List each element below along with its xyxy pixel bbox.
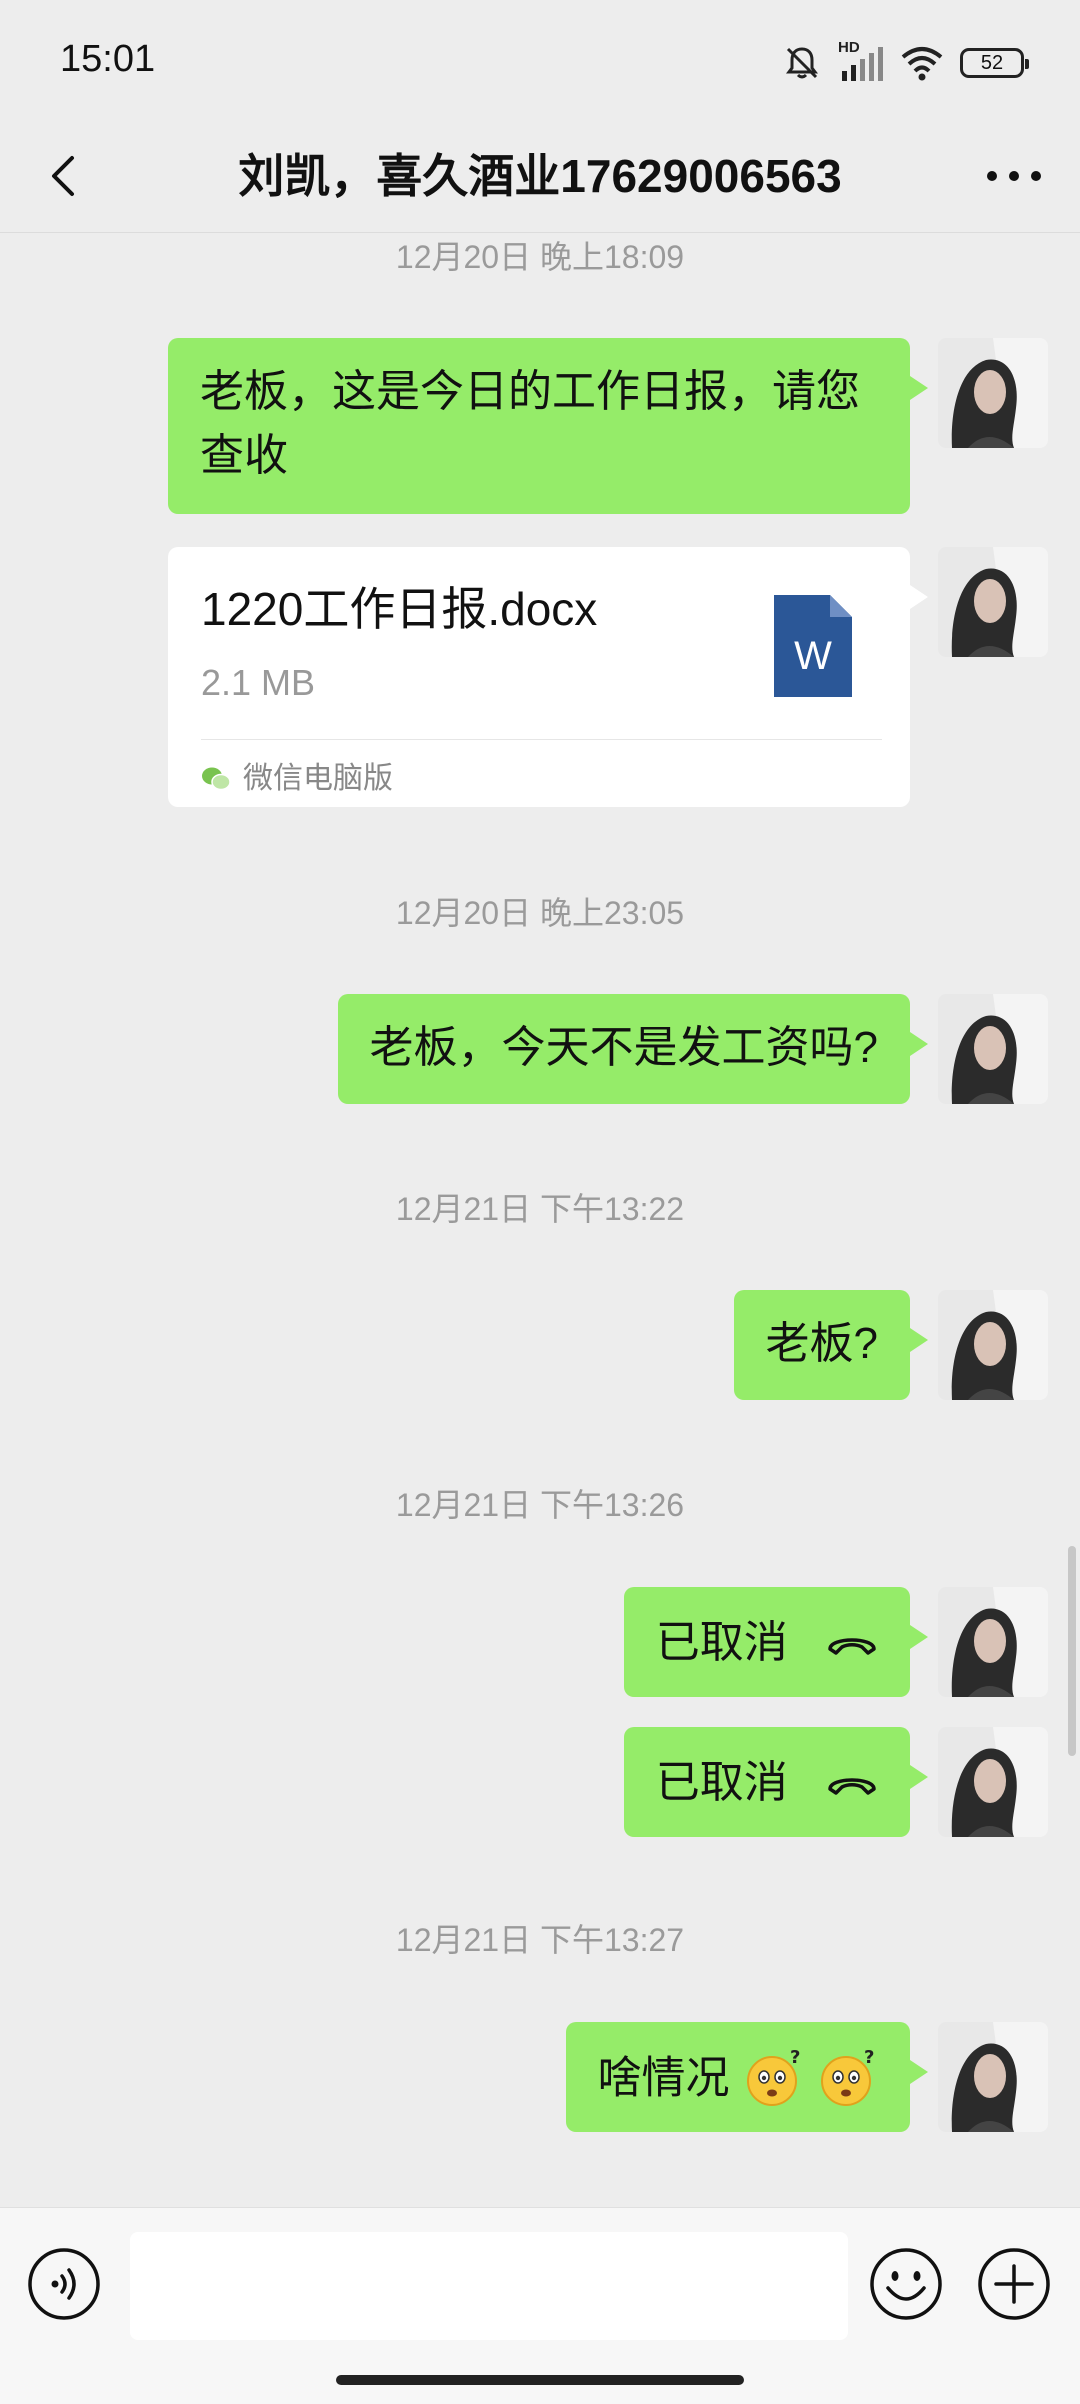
call-status: 已取消 [655, 1618, 788, 1668]
file-size: 2.1 MB [201, 662, 316, 703]
avatar[interactable] [938, 994, 1048, 1104]
wifi-icon [901, 47, 943, 81]
message-input[interactable] [130, 2232, 848, 2340]
home-indicator[interactable] [336, 2375, 744, 2385]
svg-text:?: ? [864, 2047, 874, 2068]
svg-text:?: ? [790, 2047, 800, 2068]
call-message[interactable]: 已取消 [623, 1587, 929, 1697]
hangup-phone-icon [828, 1778, 876, 1796]
timestamp: 12月21日 下午13:26 [395, 1487, 685, 1523]
message-line: 老板，这是今日的工作日报，请您 [200, 367, 860, 416]
more-dots-icon [987, 171, 1041, 181]
voice-button[interactable] [26, 2246, 102, 2322]
avatar[interactable] [938, 1290, 1048, 1400]
plus-icon [978, 2248, 1050, 2320]
emoji-icon [870, 2248, 942, 2320]
avatar[interactable] [938, 2022, 1048, 2132]
message-list[interactable]: 12月20日 晚上18:09 老板，这是今日的工作日报，请您 查收 1220工作… [0, 232, 1080, 2207]
mute-bell-icon [786, 47, 818, 79]
call-status: 已取消 [655, 1758, 788, 1808]
message-bubble[interactable]: 啥情况 ? ? [565, 2022, 929, 2132]
voice-icon [28, 2248, 100, 2320]
status-time: 15:01 [60, 38, 156, 80]
chat-header: 刘凯，喜久酒业17629006563 [0, 120, 1080, 233]
file-source-label: 微信电脑版 [243, 762, 393, 795]
status-icons: HD 52 [782, 39, 1029, 86]
avatar[interactable] [938, 547, 1048, 657]
wechat-icon [202, 767, 231, 791]
confused-face-emoji: ? [821, 2047, 874, 2107]
avatar[interactable] [938, 338, 1048, 448]
battery-icon: 52 [960, 48, 1029, 78]
battery-level: 52 [980, 51, 1004, 74]
file-name: 1220工作日报.docx [201, 583, 598, 635]
more-button[interactable] [982, 144, 1046, 208]
timestamp: 12月21日 下午13:27 [395, 1922, 685, 1958]
scrollbar-thumb[interactable] [1068, 1546, 1076, 1756]
avatar[interactable] [938, 1587, 1048, 1697]
file-message[interactable]: 1220工作日报.docx 2.1 MB W 微信电脑版 [168, 547, 928, 807]
avatar[interactable] [938, 1727, 1048, 1837]
file-source: 微信电脑版 [201, 753, 393, 805]
timestamp: 12月21日 下午13:22 [395, 1191, 685, 1227]
signal-icon: HD [838, 39, 884, 83]
timestamp: 12月20日 晚上18:09 [395, 239, 685, 275]
plus-button[interactable] [976, 2246, 1052, 2322]
message-text: 啥情况 [597, 2053, 730, 2103]
file-icon-letter: W [794, 634, 832, 678]
emoji-button[interactable] [868, 2246, 944, 2322]
message-bubble[interactable]: 老板，这是今日的工作日报，请您 查收 [168, 338, 928, 514]
timestamp: 12月20日 晚上23:05 [395, 895, 685, 931]
message-bubble[interactable]: 老板? [733, 1290, 929, 1400]
hangup-phone-icon [828, 1638, 876, 1656]
message-line: 查收 [200, 431, 288, 480]
message-bubble[interactable]: 老板，今天不是发工资吗? [337, 994, 929, 1104]
file-divider [201, 739, 882, 740]
status-bar: 15:01 HD 52 [0, 0, 1080, 120]
chat-title: 刘凯，喜久酒业17629006563 [238, 150, 842, 202]
confused-face-emoji: ? [746, 2047, 800, 2107]
call-message[interactable]: 已取消 [623, 1727, 929, 1837]
word-file-icon: W [774, 595, 852, 697]
